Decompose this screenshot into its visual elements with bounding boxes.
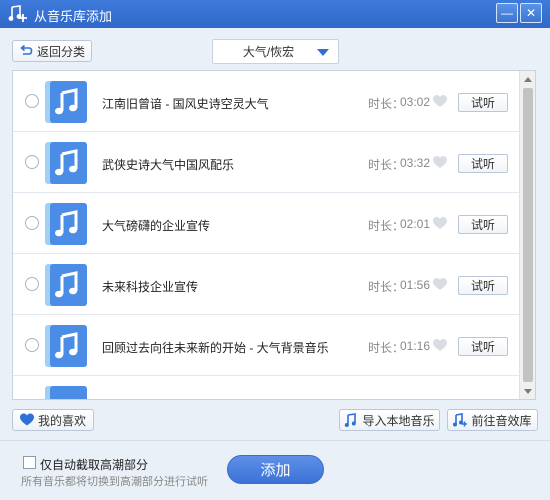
favorites-label: 我的喜欢 — [37, 413, 86, 428]
preview-button[interactable]: 试听 — [458, 154, 508, 173]
music-list: 江南旧曾谙 - 国风史诗空灵大气 时长： 03:02 试听 武侠史诗大气中国风配… — [12, 70, 536, 400]
music-note-icon — [45, 203, 87, 245]
select-radio[interactable] — [25, 216, 39, 230]
my-favorites-button[interactable]: 我的喜欢 — [12, 409, 94, 431]
list-item[interactable]: 江南旧曾谙 - 国风史诗空灵大气 时长： 03:02 试听 — [13, 71, 519, 132]
music-note-icon — [45, 325, 87, 367]
back-button[interactable]: 返回分类 — [12, 40, 92, 62]
scroll-up-button[interactable] — [520, 71, 535, 87]
music-note-icon — [45, 142, 87, 184]
select-radio[interactable] — [25, 155, 39, 169]
import-label: 导入本地音乐 — [362, 413, 435, 428]
music-add-icon — [8, 5, 27, 22]
music-note-icon — [45, 81, 87, 123]
minimize-icon: — — [501, 6, 513, 20]
track-duration: 01:56 — [400, 278, 431, 292]
track-name: 大气磅礴的企业宣传 — [102, 219, 211, 233]
track-name: 江南旧曾谙 - 国风史诗空灵大气 — [102, 97, 269, 111]
close-button[interactable]: ✕ — [520, 3, 542, 23]
add-button[interactable]: 添加 — [227, 455, 324, 484]
select-radio[interactable] — [25, 338, 39, 352]
list-item[interactable]: 回顾过去向往未来新的开始 - 大气背景音乐 时长： 01:16 试听 — [13, 315, 519, 376]
music-store-icon — [453, 413, 468, 427]
track-duration: 03:32 — [400, 156, 431, 170]
list-item[interactable]: 大气磅礴的企业宣传 时长： 02:01 试听 — [13, 193, 519, 254]
auto-clip-hint: 所有音乐都将切换到高潮部分进行试听 — [21, 476, 208, 488]
close-icon: ✕ — [525, 6, 537, 20]
category-dropdown[interactable]: 大气/恢宏 — [212, 39, 339, 64]
duration-label: 时长： — [368, 158, 405, 172]
duration-label: 时长： — [368, 219, 405, 233]
heart-icon[interactable] — [433, 156, 447, 169]
preview-button[interactable]: 试听 — [458, 215, 508, 234]
list-item[interactable]: 未来科技企业宣传 时长： 01:56 试听 — [13, 254, 519, 315]
go-to-sound-library-button[interactable]: 前往音效库 — [447, 409, 538, 431]
auto-clip-checkbox[interactable] — [23, 456, 36, 469]
music-list-viewport: 江南旧曾谙 - 国风史诗空灵大气 时长： 03:02 试听 武侠史诗大气中国风配… — [13, 71, 519, 399]
track-duration: 03:02 — [400, 95, 431, 109]
track-duration: 01:16 — [400, 339, 431, 353]
list-scrollbar[interactable] — [519, 71, 535, 399]
track-name: 未来科技企业宣传 — [102, 280, 199, 294]
preview-button[interactable]: 试听 — [458, 93, 508, 112]
duration-label: 时长： — [368, 97, 405, 111]
import-local-music-button[interactable]: 导入本地音乐 — [339, 409, 440, 431]
scroll-down-button[interactable] — [520, 383, 535, 399]
select-radio[interactable] — [25, 277, 39, 291]
auto-clip-label: 仅自动截取高潮部分 — [40, 458, 149, 472]
music-note-icon — [45, 386, 87, 399]
window-title: 从音乐库添加 — [34, 9, 113, 24]
preview-button[interactable]: 试听 — [458, 337, 508, 356]
list-item[interactable] — [13, 376, 519, 399]
music-note-icon — [345, 413, 357, 427]
list-item[interactable]: 武侠史诗大气中国风配乐 时长： 03:32 试听 — [13, 132, 519, 193]
track-name: 武侠史诗大气中国风配乐 — [102, 158, 235, 172]
scroll-thumb[interactable] — [523, 88, 533, 382]
minimize-button[interactable]: — — [496, 3, 518, 23]
back-arrow-icon — [20, 44, 33, 55]
heart-icon[interactable] — [433, 95, 447, 108]
back-label: 返回分类 — [36, 44, 85, 59]
duration-label: 时长： — [368, 280, 405, 294]
select-radio[interactable] — [25, 94, 39, 108]
track-name: 回顾过去向往未来新的开始 - 大气背景音乐 — [102, 341, 329, 355]
heart-icon[interactable] — [433, 339, 447, 352]
preview-button[interactable]: 试听 — [458, 276, 508, 295]
music-note-icon — [45, 264, 87, 306]
heart-icon — [19, 413, 34, 426]
heart-icon[interactable] — [433, 278, 447, 291]
title-bar: 从音乐库添加 — ✕ — [0, 0, 550, 28]
store-label: 前往音效库 — [471, 413, 532, 428]
category-selected-value: 大气/恢宏 — [242, 45, 295, 59]
chevron-down-icon — [317, 49, 329, 56]
duration-label: 时长： — [368, 341, 405, 355]
heart-icon[interactable] — [433, 217, 447, 230]
track-duration: 02:01 — [400, 217, 431, 231]
